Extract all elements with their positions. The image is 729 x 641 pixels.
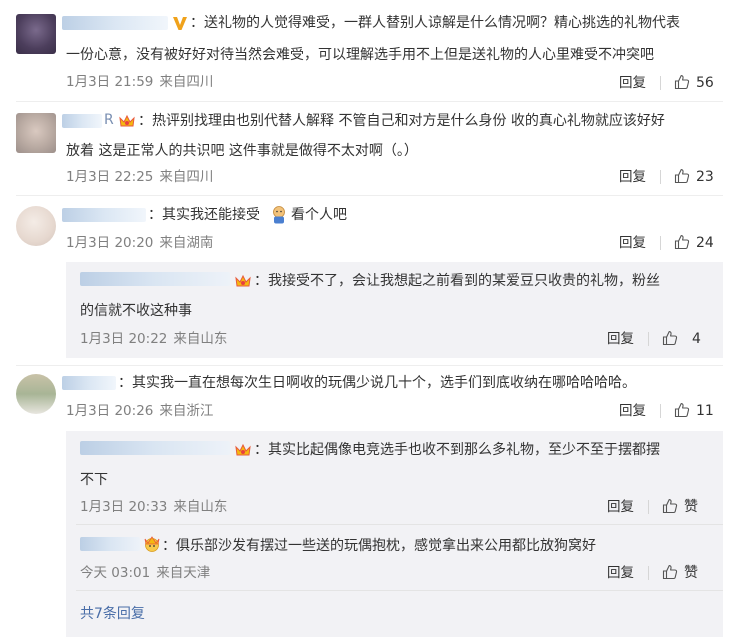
reply-text: ：俱乐部沙发有摆过一些送的玩偶抱枕，感觉拿出来公用都比放狗窝好 [162, 538, 596, 554]
emoji-icon [273, 206, 285, 224]
like-icon[interactable] [662, 564, 678, 580]
action-divider [660, 76, 661, 90]
reply-date: 1月3日 20:33 [80, 499, 168, 515]
verified-badge-icon [173, 17, 187, 30]
like-count: 24 [696, 235, 714, 251]
username[interactable] [62, 16, 168, 30]
username[interactable] [62, 208, 146, 222]
reply-button[interactable]: 回复 [607, 497, 634, 517]
reply-list: ：我接受不了，会让我想起之前看到的某爱豆只收贵的礼物，粉丝 的信就不收这种事 1… [66, 262, 723, 358]
reply-location: 来自天津 [156, 565, 211, 581]
reply-button[interactable]: 回复 [619, 73, 646, 93]
comment-location: 来自湖南 [159, 235, 214, 251]
action-divider [648, 332, 649, 346]
reply-location: 来自山东 [173, 499, 228, 515]
reply-text: ：其实比起偶像电竞选手也收不到那么多礼物，至少不至于摆都摆 [254, 442, 660, 458]
reply-meta: 1月3日 20:22 来自山东 [80, 329, 233, 349]
username[interactable] [80, 537, 140, 551]
reply-list: ：其实比起偶像电竞选手也收不到那么多礼物，至少不至于摆都摆 不下 1月3日 20… [66, 431, 723, 637]
comment-location: 来自四川 [159, 74, 214, 90]
reply-meta: 1月3日 20:33 来自山东 [80, 497, 233, 517]
reply-button[interactable]: 回复 [619, 401, 646, 421]
crown-badge-icon [235, 274, 251, 287]
like-icon[interactable] [662, 498, 678, 514]
reply-text-continued: 的信就不收这种事 [80, 303, 192, 319]
like-icon[interactable] [674, 74, 690, 90]
comment-meta: 1月3日 22:25 来自四川 [66, 167, 219, 187]
action-divider [660, 236, 661, 250]
username[interactable] [80, 441, 230, 455]
comment-text-continued: 放着 这是正常人的共识吧 这件事就是做得不太对啊（。） [66, 143, 418, 159]
like-count: 赞 [684, 499, 698, 515]
comment-date: 1月3日 21:59 [66, 74, 154, 90]
reply-date: 1月3日 20:22 [80, 331, 168, 347]
like-count: 56 [696, 75, 714, 91]
comment-text-part: ：其实我还能接受 [148, 207, 260, 223]
reply-separator [76, 590, 723, 591]
reply-separator [76, 524, 723, 525]
action-divider [660, 404, 661, 418]
like-count: 赞 [684, 565, 698, 581]
like-icon[interactable] [674, 234, 690, 250]
emoji-icon [144, 536, 160, 552]
comment-date: 1月3日 20:20 [66, 235, 154, 251]
like-count: 23 [696, 169, 714, 185]
action-divider [660, 170, 661, 184]
reply-button[interactable]: 回复 [607, 563, 634, 583]
comment-meta: 1月3日 20:20 来自湖南 [66, 233, 219, 253]
comment-text: ：热评别找理由也别代替人解释 不管自己和对方是什么身份 收的真心礼物就应该好好 [138, 113, 665, 129]
reply-date: 今天 03:01 [80, 565, 151, 581]
comment-text: ：其实我一直在想每次生日啊收的玩偶少说几十个，选手们到底收纳在哪哈哈哈哈。 [118, 375, 636, 391]
like-icon[interactable] [662, 330, 678, 346]
like-count: 4 [692, 331, 701, 347]
like-count: 11 [696, 403, 714, 419]
reply-text: ：我接受不了，会让我想起之前看到的某爱豆只收贵的礼物，粉丝 [254, 273, 660, 289]
comment-text-after-emoji: 看个人吧 [291, 207, 347, 223]
comment-text-continued: 一份心意，没有被好好对待当然会难受，可以理解选手用不上但是送礼物的人心里难受不冲… [66, 47, 654, 63]
reply-text-continued: 不下 [80, 472, 108, 488]
avatar[interactable] [16, 113, 56, 153]
reply-button[interactable]: 回复 [607, 329, 634, 349]
action-divider [648, 566, 649, 580]
crown-badge-icon [119, 114, 135, 127]
comment-location: 来自浙江 [159, 403, 214, 419]
username-fragment[interactable]: R [104, 112, 114, 128]
comment-divider [16, 195, 723, 196]
comment-text: ：其实我还能接受 [148, 202, 260, 228]
action-divider [648, 500, 649, 514]
avatar[interactable] [16, 206, 56, 246]
like-icon[interactable] [674, 168, 690, 184]
comment-date: 1月3日 22:25 [66, 169, 154, 185]
comment-text: ：送礼物的人觉得难受，一群人替别人谅解是什么情况啊？精心挑选的礼物代表 [190, 15, 680, 31]
view-all-replies-link[interactable]: 共7条回复 [80, 603, 145, 623]
crown-badge-icon [235, 443, 251, 456]
reply-location: 来自山东 [173, 331, 228, 347]
avatar[interactable] [16, 374, 56, 414]
username[interactable] [62, 376, 116, 390]
comment-location: 来自四川 [159, 169, 214, 185]
username[interactable] [80, 272, 230, 286]
comment-date: 1月3日 20:26 [66, 403, 154, 419]
avatar[interactable] [16, 14, 56, 54]
username[interactable] [62, 114, 102, 128]
comment-meta: 1月3日 20:26 来自浙江 [66, 401, 219, 421]
reply-meta: 今天 03:01 来自天津 [80, 563, 216, 583]
like-icon[interactable] [674, 402, 690, 418]
comment-divider [16, 365, 723, 366]
reply-button[interactable]: 回复 [619, 167, 646, 187]
comment-meta: 1月3日 21:59 来自四川 [66, 72, 219, 92]
reply-button[interactable]: 回复 [619, 233, 646, 253]
comment-divider [16, 101, 723, 102]
